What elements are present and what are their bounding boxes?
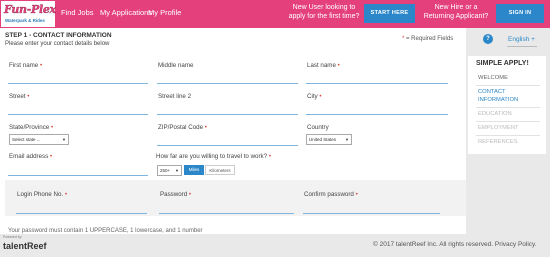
login-phone-label-text: Login Phone No. [17,191,64,198]
new-user-prompt: New User looking to apply for the first … [284,3,364,21]
distance-select-value: 250+ [160,168,171,173]
sidebar-item-education: EDUCATION [478,111,512,117]
new-user-text-1: New User looking to [292,4,356,11]
chevron-down-icon: ▼ [62,137,66,142]
language-underline [507,46,537,47]
company-logo[interactable]: Fun-Plex Waterpark & Rides [0,0,56,28]
first-name-label-text: First name [9,62,39,69]
password-label: Password • [160,191,192,198]
unit-miles-toggle[interactable]: Miles [184,165,204,175]
state-label: State/Province • [9,124,54,131]
returning-user-prompt: New Hire or a Returning Applicant? [420,3,492,21]
footer: Powered by talentReef © 2017 talentReef … [0,234,550,257]
nav-find-jobs[interactable]: Find Jobs [61,8,94,17]
top-bar: Fun-Plex Waterpark & Rides Find Jobs My … [0,0,550,28]
sidebar-title: SIMPLE APPLY! [476,60,529,67]
first-name-input[interactable] [8,83,148,84]
language-label: English [508,36,530,43]
plus-icon: + [531,36,535,43]
password-input[interactable] [159,213,294,214]
unit-km-toggle[interactable]: Kilometers [205,165,235,175]
step-subtitle: Please enter your contact details below [5,41,110,47]
nav-my-applications[interactable]: My Applications [100,8,152,17]
confirm-password-label: Confirm password • [304,191,358,198]
sidebar-divider [476,107,540,108]
city-label-text: City [307,93,318,100]
middle-name-label: Middle name [158,62,194,69]
state-label-text: State/Province [9,124,50,131]
chevron-down-icon: ▼ [175,168,179,173]
progress-sidebar: SIMPLE APPLY! WELCOME CONTACT INFORMATIO… [468,56,546,154]
state-select-value: Select state ... [12,137,41,142]
returning-text-2: Returning Applicant? [423,13,489,20]
login-phone-input[interactable] [16,213,147,214]
credentials-section [5,180,466,216]
zip-label-text: ZIP/Postal Code [158,124,204,131]
copyright-text: © 2017 talentReef Inc. All rights reserv… [373,241,537,248]
logo-wordmark: Fun-Plex [4,3,56,16]
email-label-text: Email address [9,153,49,160]
distance-select[interactable]: 250+ ▼ [157,165,182,176]
city-label: City • [307,93,322,100]
middle-name-input[interactable] [157,83,298,84]
sidebar-divider [476,85,540,86]
sidebar-item-welcome: WELCOME [478,75,508,81]
sidebar-divider [476,135,540,136]
street-label: Street • [9,93,30,100]
first-name-label: First name • [9,62,43,69]
city-input[interactable] [306,114,448,115]
powered-by-label: Powered by [3,235,22,239]
country-select-value: United States [309,137,337,142]
last-name-label: Last name • [307,62,340,69]
street-label-text: Street [9,93,26,100]
sidebar-item-information: INFORMATION [478,97,519,103]
travel-label: How far are you willing to travel to wor… [156,153,271,160]
password-label-text: Password [160,191,188,198]
travel-label-text: How far are you willing to travel to wor… [156,153,268,160]
zip-label: ZIP/Postal Code • [158,124,207,131]
sidebar-item-employment: EMPLOYMENT [478,125,519,131]
last-name-input[interactable] [306,83,448,84]
street2-label: Street line 2 [158,93,192,100]
returning-text-1: New Hire or a [434,4,478,11]
street2-input[interactable] [157,114,298,115]
street-input[interactable] [8,114,148,115]
last-name-label-text: Last name [307,62,336,69]
confirm-password-input[interactable] [303,213,440,214]
step-title: STEP 1 - CONTACT INFORMATION [5,32,112,39]
required-text: = Required Fields [406,36,454,42]
state-select[interactable]: Select state ... ▼ [9,134,69,145]
contact-form: STEP 1 - CONTACT INFORMATION Please ente… [0,28,466,234]
email-label: Email address • [9,153,53,160]
zip-input[interactable] [157,145,298,146]
language-selector[interactable]: English + [508,36,535,43]
new-user-text-2: apply for the first time? [288,13,360,20]
country-select[interactable]: United States ▼ [306,134,352,145]
nav-my-profile[interactable]: My Profile [148,8,181,17]
talentreef-logo[interactable]: talentReef [3,241,47,251]
required-legend: * = Required Fields [402,36,453,42]
required-star: * [402,36,405,42]
login-phone-label: Login Phone No. • [17,191,68,198]
sidebar-item-contact: CONTACT [478,89,506,95]
help-icon[interactable]: ? [483,34,493,44]
confirm-password-label-text: Confirm password [304,191,354,198]
start-here-button[interactable]: START HERE [364,4,415,23]
sign-in-button[interactable]: SIGN IN [496,4,544,23]
email-input[interactable] [8,175,148,176]
logo-tagline: Waterpark & Rides [5,18,45,23]
country-label: Country [307,124,329,131]
chevron-down-icon: ▼ [345,137,349,142]
sidebar-divider [476,121,540,122]
sidebar-item-references: REFERENCES [478,139,518,145]
